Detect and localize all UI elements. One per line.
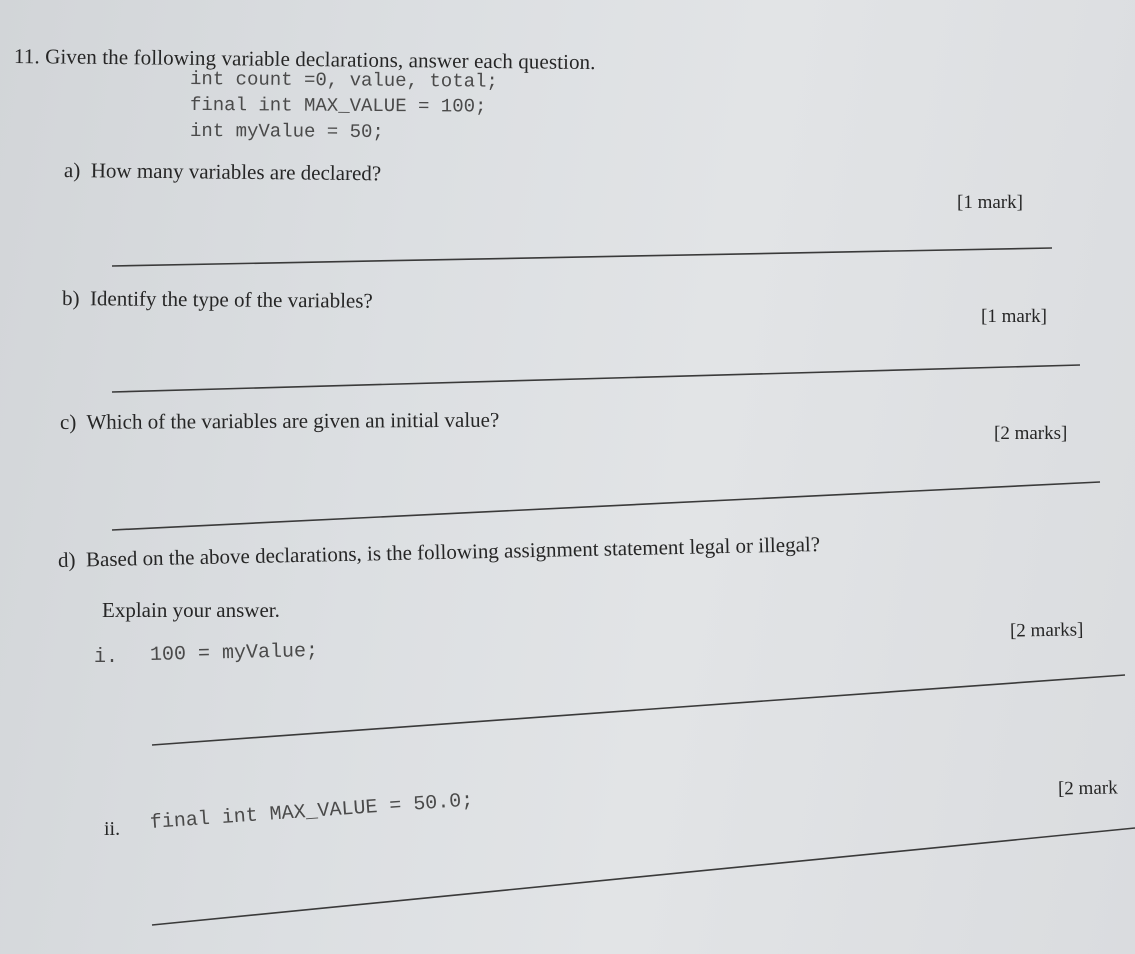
part-b-text: Identify the type of the variables? <box>89 286 373 313</box>
part-b-question: b) Identify the type of the variables? <box>62 286 373 314</box>
code-line-3: int myValue = 50; <box>189 120 384 144</box>
part-d-i-code: 100 = myValue; <box>149 639 319 667</box>
part-a-question: a) How many variables are declared? <box>64 158 381 186</box>
part-a-label: a) <box>63 158 81 183</box>
part-d-question: d) Based on the above declarations, is t… <box>58 532 821 573</box>
answer-line-d-i[interactable] <box>151 674 1126 746</box>
part-b-marks: [1 mark] <box>981 306 1047 327</box>
answer-line-a[interactable] <box>111 247 1053 267</box>
code-line-2: final int MAX_VALUE = 100; <box>189 94 487 118</box>
part-a-marks: [1 mark] <box>957 192 1023 213</box>
answer-line-d-ii[interactable] <box>151 827 1135 926</box>
part-c-question: c) Which of the variables are given an i… <box>60 408 499 435</box>
part-d-subtext: Explain your answer. <box>102 598 280 622</box>
part-d-ii-code: final int MAX_VALUE = 50.0; <box>149 789 475 835</box>
part-d-i-marks: [2 marks] <box>1009 619 1084 642</box>
part-d-label: d) <box>57 547 76 572</box>
part-c-label: c) <box>59 409 77 434</box>
part-d-i-label: i. <box>94 646 119 669</box>
part-a-text: How many variables are declared? <box>90 158 382 186</box>
part-b-label: b) <box>61 286 80 311</box>
part-c-text: Which of the variables are given an init… <box>86 407 500 434</box>
answer-line-b[interactable] <box>111 364 1081 393</box>
question-number: 11. <box>13 44 40 69</box>
part-d-ii-marks: [2 mark <box>1057 777 1118 800</box>
part-c-marks: [2 marks] <box>994 423 1068 444</box>
exam-page: 11. Given the following variable declara… <box>0 0 1135 954</box>
code-line-1: int count =0, value, total; <box>189 68 498 93</box>
part-d-ii-label: ii. <box>104 818 121 840</box>
part-d-text: Based on the above declarations, is the … <box>85 532 821 572</box>
answer-line-c[interactable] <box>111 481 1101 531</box>
